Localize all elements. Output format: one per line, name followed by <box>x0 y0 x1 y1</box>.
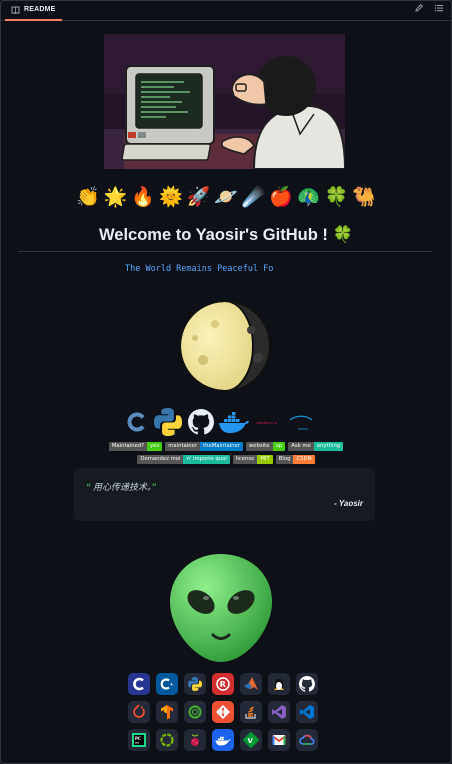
divider <box>18 251 432 252</box>
emoji-rocket: 🚀 <box>186 187 211 208</box>
pytorch-icon <box>128 701 150 723</box>
tech-logos: raspberry pi <box>126 406 314 438</box>
linux-icon <box>268 673 290 695</box>
alien-image <box>168 552 274 669</box>
list-icon[interactable] <box>435 4 443 12</box>
tensorflow-icon <box>156 701 178 723</box>
python-logo <box>154 408 182 436</box>
docker-logo <box>219 412 249 433</box>
tab-label: README <box>24 6 56 13</box>
badge-row-2: Demandez moi n' importe quoi license MIT B… <box>0 455 452 464</box>
emoji-comet: ☄️ <box>241 187 266 208</box>
rust-icon: R <box>212 673 234 695</box>
nvidia-icon <box>156 729 178 751</box>
svg-text:R: R <box>220 680 226 689</box>
emoji-row: 👏 🌟 🔥 🌞 🚀 🪐 ☄️ 🍎 🦚 🍀 🐫 <box>76 186 376 210</box>
emoji-peacock: 🦚 <box>296 187 321 208</box>
moon-image <box>173 299 277 397</box>
badge-row-1: Maintained? yes maintainer theMaintainer w… <box>0 442 452 451</box>
svg-text:V: V <box>248 737 254 745</box>
stackoverflow-icon <box>240 701 262 723</box>
gmail-icon <box>268 729 290 751</box>
emoji-fire: 🔥 <box>131 187 156 208</box>
quote-card: “ 用心传递技术。” - Yaosir <box>74 468 375 521</box>
matlab-icon <box>240 673 262 695</box>
badge-demandez-moi[interactable]: Demandez moi n' importe quoi <box>137 455 230 464</box>
tab-bar: README <box>1 0 451 21</box>
emoji-clap: 👏 <box>76 187 100 208</box>
emoji-planet: 🪐 <box>214 187 238 208</box>
c-icon <box>128 673 150 695</box>
emoji-apple: 🍎 <box>269 187 293 208</box>
svg-text:PC: PC <box>135 736 141 741</box>
skill-icons-grid: + R PC V <box>128 673 318 751</box>
arch-logo <box>289 415 313 430</box>
vscode-icon <box>296 701 318 723</box>
pycharm-icon: PC <box>128 729 150 751</box>
badge-ask-me[interactable]: Ask me anything <box>288 442 344 451</box>
github-logo <box>188 409 214 435</box>
anaconda-icon <box>184 701 206 723</box>
badge-license[interactable]: license MIT <box>232 455 273 464</box>
tab-readme[interactable]: README <box>5 0 62 21</box>
vim-icon: V <box>240 729 262 751</box>
cpp-icon: + <box>156 673 178 695</box>
book-icon <box>11 6 20 14</box>
quote-text: “ 用心传递技术。” <box>86 482 157 492</box>
emoji-clover: 🍀 <box>324 187 349 208</box>
raspberrypi-icon <box>184 729 206 751</box>
git-icon <box>212 701 234 723</box>
page-title: Welcome to Yaosir's GitHub ! 🍀 <box>99 226 353 244</box>
pencil-icon[interactable] <box>415 4 423 12</box>
emoji-star: 🌟 <box>103 187 128 208</box>
emoji-camel: 🐫 <box>352 187 376 208</box>
gcp-icon <box>296 729 318 751</box>
docker-icon <box>212 729 234 751</box>
hero-illustration <box>104 34 345 169</box>
raspberry-pi-logo: raspberry pi <box>256 419 278 425</box>
visualstudio-icon <box>268 701 290 723</box>
badge-maintainer[interactable]: maintainer theMaintainer <box>165 442 243 451</box>
svg-text:+: + <box>170 682 174 688</box>
quote-author: - Yaosir <box>334 499 363 508</box>
badge-maintained[interactable]: Maintained? yes <box>108 442 163 451</box>
github-icon <box>296 673 318 695</box>
python-icon <box>184 673 206 695</box>
c-logo <box>127 412 145 432</box>
badge-website[interactable]: website up <box>245 442 286 451</box>
typing-text: The World Remains Peaceful Fo <box>125 264 274 274</box>
badge-blog[interactable]: Blog CSDN <box>275 455 315 464</box>
emoji-sun: 🌞 <box>158 187 183 208</box>
